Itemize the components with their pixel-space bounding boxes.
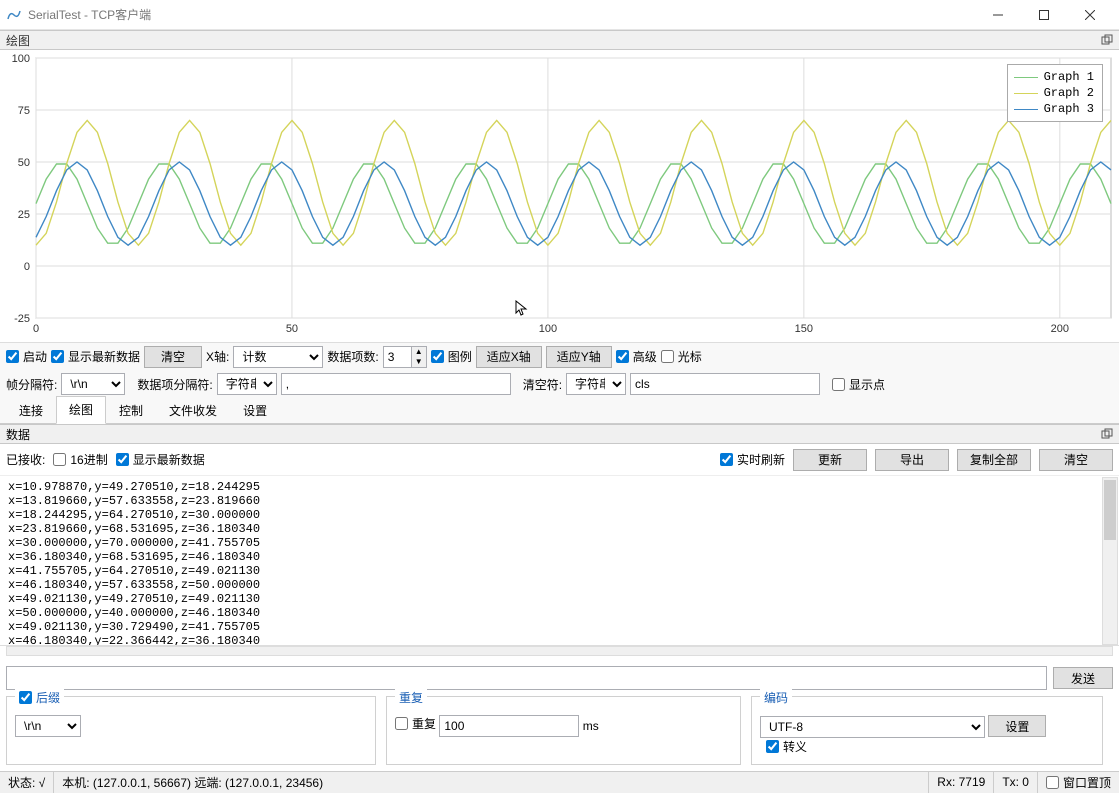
option-groups: 后缀 \r\n 重复 重复 ms 编码 UTF-8 设置 转义 bbox=[0, 696, 1119, 771]
received-data-text[interactable]: x=10.978870,y=49.270510,z=18.244295 x=13… bbox=[0, 476, 1119, 646]
spinner-up[interactable]: ▲ bbox=[412, 347, 426, 357]
recv-show-latest-checkbox[interactable]: 显示最新数据 bbox=[116, 451, 205, 468]
plot-toolbar-1: 启动 显示最新数据 清空 X轴: 计数 数据项数: ▲▼ 图例 适应X轴 适应Y… bbox=[0, 342, 1119, 370]
refresh-button[interactable]: 更新 bbox=[793, 449, 867, 471]
svg-text:0: 0 bbox=[33, 323, 39, 335]
tab-3[interactable]: 文件收发 bbox=[156, 397, 230, 424]
received-label: 已接收: bbox=[6, 451, 45, 468]
app-icon bbox=[6, 7, 22, 23]
plot-area[interactable]: -250255075100050100150200 Graph 1Graph 2… bbox=[0, 50, 1119, 342]
plot-legend: Graph 1Graph 2Graph 3 bbox=[1007, 64, 1103, 122]
svg-text:150: 150 bbox=[795, 323, 813, 335]
status-rx: Rx: 7719 bbox=[929, 772, 994, 793]
clear-sym-input[interactable] bbox=[630, 373, 820, 395]
data-panel-header: 数据 bbox=[0, 424, 1119, 444]
maximize-button[interactable] bbox=[1021, 0, 1067, 30]
plot-toolbar-2: 帧分隔符: \r\n 数据项分隔符: 字符串 清空符: 字符串 显示点 bbox=[0, 370, 1119, 398]
xaxis-label: X轴: bbox=[206, 348, 229, 365]
status-state: 状态: √ bbox=[0, 772, 54, 793]
minimize-button[interactable] bbox=[975, 0, 1021, 30]
tab-2[interactable]: 控制 bbox=[106, 397, 156, 424]
repeat-title: 重复 bbox=[395, 689, 427, 706]
fit-x-button[interactable]: 适应X轴 bbox=[476, 346, 542, 368]
window-title: SerialTest - TCP客户端 bbox=[28, 6, 151, 23]
clear-recv-button[interactable]: 清空 bbox=[1039, 449, 1113, 471]
suffix-group: 后缀 \r\n bbox=[6, 696, 376, 765]
send-input[interactable] bbox=[6, 666, 1047, 690]
encoding-select[interactable]: UTF-8 bbox=[760, 716, 985, 738]
recv-toolbar: 已接收: 16进制 显示最新数据 实时刷新 更新 导出 复制全部 清空 bbox=[0, 444, 1119, 476]
item-sep-mode-select[interactable]: 字符串 bbox=[217, 373, 277, 395]
plot-canvas: -250255075100050100150200 bbox=[0, 50, 1119, 342]
repeat-enable-checkbox[interactable]: 重复 bbox=[395, 715, 436, 732]
svg-text:75: 75 bbox=[18, 105, 30, 117]
datacount-label: 数据项数: bbox=[327, 348, 378, 365]
send-row: 发送 bbox=[0, 660, 1119, 696]
spinner-down[interactable]: ▼ bbox=[412, 357, 426, 367]
svg-text:100: 100 bbox=[12, 53, 30, 65]
undock-icon[interactable] bbox=[1101, 428, 1113, 440]
encoding-title: 编码 bbox=[760, 689, 792, 706]
fit-y-button[interactable]: 适应Y轴 bbox=[546, 346, 612, 368]
tab-0[interactable]: 连接 bbox=[6, 397, 56, 424]
suffix-select[interactable]: \r\n bbox=[15, 715, 81, 737]
svg-text:25: 25 bbox=[18, 209, 30, 221]
datacount-spinner[interactable]: ▲▼ bbox=[383, 346, 427, 368]
advanced-checkbox[interactable]: 高级 bbox=[616, 348, 657, 365]
start-checkbox[interactable]: 启动 bbox=[6, 348, 47, 365]
titlebar: SerialTest - TCP客户端 bbox=[0, 0, 1119, 30]
suffix-enable-checkbox[interactable]: 后缀 bbox=[19, 689, 60, 706]
xaxis-mode-select[interactable]: 计数 bbox=[233, 346, 323, 368]
encoding-settings-button[interactable]: 设置 bbox=[988, 715, 1046, 737]
item-sep-label: 数据项分隔符: bbox=[137, 376, 212, 393]
repeat-interval-input[interactable] bbox=[439, 715, 579, 737]
hex-checkbox[interactable]: 16进制 bbox=[53, 451, 107, 468]
item-sep-input[interactable] bbox=[281, 373, 511, 395]
svg-text:50: 50 bbox=[286, 323, 298, 335]
plot-panel-header: 绘图 bbox=[0, 30, 1119, 50]
repeat-group: 重复 重复 ms bbox=[386, 696, 741, 765]
clear-plot-button[interactable]: 清空 bbox=[144, 346, 202, 368]
send-button[interactable]: 发送 bbox=[1053, 667, 1113, 689]
legend-item: Graph 1 bbox=[1014, 69, 1094, 85]
tab-4[interactable]: 设置 bbox=[230, 397, 280, 424]
legend-item: Graph 2 bbox=[1014, 85, 1094, 101]
svg-text:100: 100 bbox=[539, 323, 557, 335]
data-panel-title: 数据 bbox=[6, 426, 30, 443]
show-point-checkbox[interactable]: 显示点 bbox=[832, 376, 885, 393]
cursor-checkbox[interactable]: 光标 bbox=[661, 348, 702, 365]
plot-panel-title: 绘图 bbox=[6, 32, 30, 49]
scrollbar-vertical[interactable] bbox=[1102, 477, 1118, 645]
always-on-top-checkbox[interactable]: 窗口置顶 bbox=[1046, 774, 1111, 791]
svg-text:200: 200 bbox=[1051, 323, 1069, 335]
repeat-unit: ms bbox=[583, 719, 599, 733]
tab-1[interactable]: 绘图 bbox=[56, 396, 106, 424]
status-bar: 状态: √ 本机: (127.0.0.1, 56667) 远端: (127.0.… bbox=[0, 771, 1119, 793]
svg-text:0: 0 bbox=[24, 261, 30, 273]
export-button[interactable]: 导出 bbox=[875, 449, 949, 471]
svg-text:50: 50 bbox=[18, 157, 30, 169]
svg-text:-25: -25 bbox=[14, 313, 30, 325]
copy-all-button[interactable]: 复制全部 bbox=[957, 449, 1031, 471]
status-endpoints: 本机: (127.0.0.1, 56667) 远端: (127.0.0.1, 2… bbox=[54, 772, 929, 793]
encoding-group: 编码 UTF-8 设置 转义 bbox=[751, 696, 1103, 765]
escape-checkbox[interactable]: 转义 bbox=[766, 738, 807, 755]
realtime-refresh-checkbox[interactable]: 实时刷新 bbox=[720, 451, 785, 468]
frame-sep-select[interactable]: \r\n bbox=[61, 373, 125, 395]
scrollbar-thumb[interactable] bbox=[1104, 480, 1116, 540]
mouse-cursor-icon bbox=[515, 300, 529, 318]
datacount-input[interactable] bbox=[383, 346, 411, 368]
clear-sym-label: 清空符: bbox=[523, 376, 562, 393]
legend-checkbox[interactable]: 图例 bbox=[431, 348, 472, 365]
undock-icon[interactable] bbox=[1101, 34, 1113, 46]
frame-sep-label: 帧分隔符: bbox=[6, 376, 57, 393]
close-button[interactable] bbox=[1067, 0, 1113, 30]
show-latest-checkbox[interactable]: 显示最新数据 bbox=[51, 348, 140, 365]
status-tx: Tx: 0 bbox=[994, 772, 1038, 793]
scrollbar-horizontal[interactable] bbox=[6, 646, 1113, 656]
clear-sym-mode-select[interactable]: 字符串 bbox=[566, 373, 626, 395]
main-tabs: 连接绘图控制文件收发设置 bbox=[0, 398, 1119, 424]
legend-item: Graph 3 bbox=[1014, 101, 1094, 117]
